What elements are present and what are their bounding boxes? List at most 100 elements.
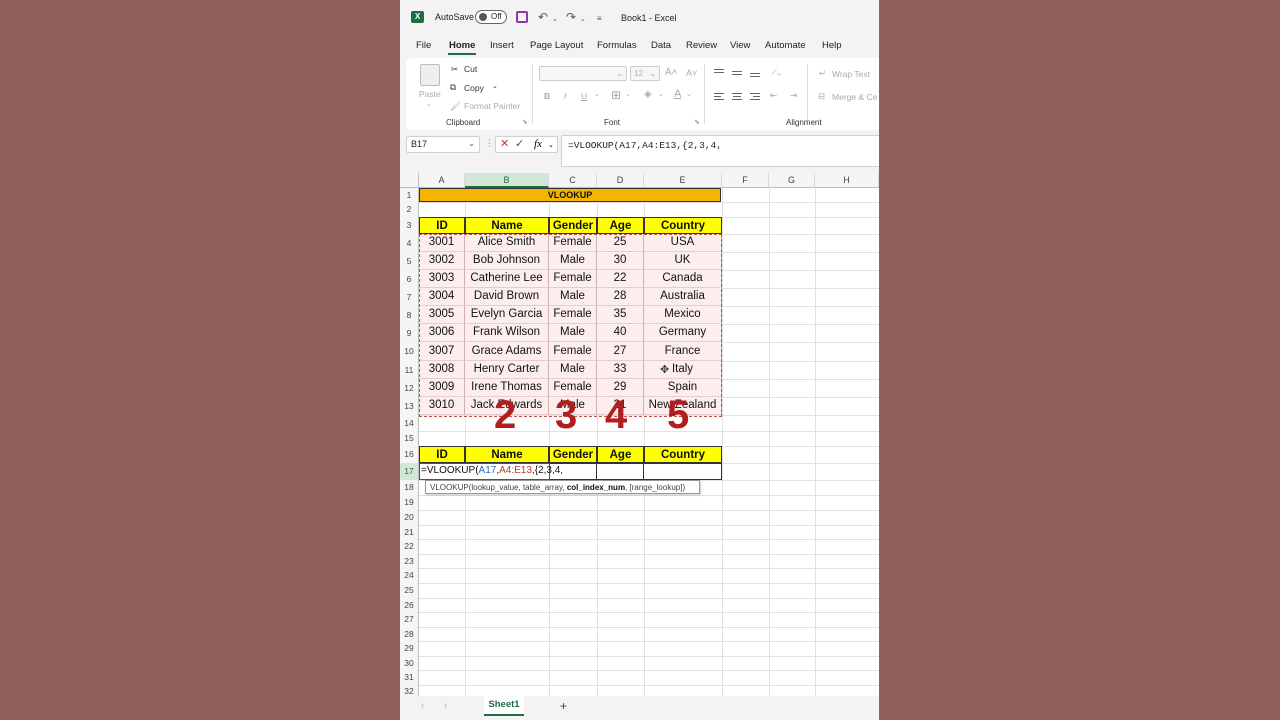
column-header-g[interactable]: G [769, 173, 815, 188]
tab-page-layout[interactable]: Page Layout [530, 40, 583, 51]
row-header-8[interactable]: 8 [400, 306, 419, 324]
lookup-header-cell[interactable]: Name [465, 446, 549, 463]
row-header-4[interactable]: 4 [400, 234, 419, 252]
tab-help[interactable]: Help [822, 40, 842, 51]
italic-button[interactable]: I [564, 91, 566, 101]
tab-view[interactable]: View [730, 40, 750, 51]
tab-home[interactable]: Home [449, 40, 475, 51]
underline-button[interactable]: U [581, 91, 587, 101]
tab-review[interactable]: Review [686, 40, 717, 51]
sheet-tab-sheet1[interactable]: Sheet1 [484, 696, 524, 716]
orientation-icon[interactable]: ⟋⌄ [771, 67, 782, 78]
underline-dropdown-icon[interactable]: ⌄ [594, 90, 600, 98]
borders-dropdown-icon[interactable]: ⌄ [625, 90, 631, 98]
data-cell[interactable]: Grace Adams [465, 342, 549, 361]
data-cell[interactable]: Male [549, 288, 597, 306]
clipboard-launcher-icon[interactable]: ⬊ [522, 118, 528, 126]
copy-dropdown-icon[interactable]: ⌄ [492, 82, 498, 90]
data-cell[interactable]: David Brown [465, 288, 549, 306]
row-header-7[interactable]: 7 [400, 288, 419, 306]
data-cell[interactable]: France [644, 342, 722, 361]
row-header-6[interactable]: 6 [400, 270, 419, 288]
cancel-icon[interactable]: ✕ [500, 137, 509, 152]
row-header-14[interactable]: 14 [400, 415, 419, 431]
data-cell[interactable]: Female [549, 306, 597, 324]
data-cell[interactable]: 3009 [419, 379, 465, 397]
header-cell[interactable]: Country [644, 217, 722, 234]
data-cell[interactable]: UK [644, 252, 722, 270]
undo-icon[interactable]: ↶ [538, 10, 548, 24]
header-cell[interactable]: Age [597, 217, 644, 234]
header-cell[interactable]: Name [465, 217, 549, 234]
data-cell[interactable]: 3003 [419, 270, 465, 288]
column-header-f[interactable]: F [722, 173, 769, 188]
data-cell[interactable]: Australia [644, 288, 722, 306]
lookup-header-cell[interactable]: Age [597, 446, 644, 463]
row-header-18[interactable]: 18 [400, 480, 419, 495]
font-size-field[interactable]: 12 ⌄ [630, 66, 660, 81]
header-cell[interactable]: Gender [549, 217, 597, 234]
data-cell[interactable]: 35 [597, 306, 644, 324]
lookup-header-cell[interactable]: Country [644, 446, 722, 463]
formula-input[interactable]: =VLOOKUP(A17,A4:E13,{2,3,4, [561, 135, 879, 167]
bold-button[interactable]: B [544, 91, 550, 101]
row-header-23[interactable]: 23 [400, 554, 419, 568]
tab-insert[interactable]: Insert [490, 40, 514, 51]
decrease-indent-icon[interactable]: ⇤ [770, 90, 777, 101]
wrap-text-button[interactable]: Wrap Text [832, 69, 870, 79]
row-header-10[interactable]: 10 [400, 342, 419, 361]
fx-dropdown-icon[interactable]: ⌄ [548, 138, 554, 153]
row-header-21[interactable]: 21 [400, 525, 419, 539]
increase-indent-icon[interactable]: ⇥ [790, 90, 797, 101]
data-cell[interactable]: Male [549, 324, 597, 342]
insert-function-button[interactable]: fx [534, 137, 542, 152]
data-cell[interactable]: Female [549, 270, 597, 288]
row-header-16[interactable]: 16 [400, 446, 419, 463]
borders-icon[interactable]: ⊞ [611, 88, 621, 102]
data-cell[interactable]: Bob Johnson [465, 252, 549, 270]
row-header-31[interactable]: 31 [400, 670, 419, 685]
row-header-20[interactable]: 20 [400, 510, 419, 525]
data-cell[interactable]: 33 [597, 361, 644, 379]
row-header-5[interactable]: 5 [400, 252, 419, 270]
customize-toolbar-icon[interactable]: ≡ [597, 12, 602, 26]
column-header-h[interactable]: H [815, 173, 879, 188]
data-cell[interactable]: Germany [644, 324, 722, 342]
data-cell[interactable]: 3008 [419, 361, 465, 379]
undo-dropdown-icon[interactable]: ⌄ [552, 13, 558, 27]
data-cell[interactable]: Canada [644, 270, 722, 288]
row-header-17[interactable]: 17 [400, 463, 419, 480]
lookup-header-cell[interactable]: ID [419, 446, 465, 463]
name-box[interactable]: B17 ⌄ [406, 136, 480, 153]
data-cell[interactable]: 22 [597, 270, 644, 288]
data-cell[interactable]: 30 [597, 252, 644, 270]
row-header-28[interactable]: 28 [400, 627, 419, 641]
data-cell[interactable]: 3010 [419, 397, 465, 415]
row-header-24[interactable]: 24 [400, 568, 419, 583]
data-cell[interactable]: Male [549, 361, 597, 379]
data-cell[interactable]: 3006 [419, 324, 465, 342]
column-header-b[interactable]: B [465, 173, 549, 188]
column-header-d[interactable]: D [597, 173, 644, 188]
paste-icon[interactable] [420, 64, 440, 86]
data-cell[interactable]: 25 [597, 234, 644, 252]
data-cell[interactable]: Alice Smith [465, 234, 549, 252]
select-all-corner[interactable] [400, 173, 419, 188]
row-header-1[interactable]: 1 [400, 188, 419, 202]
data-cell[interactable]: 27 [597, 342, 644, 361]
row-header-27[interactable]: 27 [400, 612, 419, 627]
data-cell[interactable]: Henry Carter [465, 361, 549, 379]
header-cell[interactable]: ID [419, 217, 465, 234]
title-cell[interactable]: VLOOKUP [419, 188, 721, 202]
font-name-field[interactable]: ⌄ [539, 66, 627, 81]
merge-icon[interactable]: ⊟ [818, 91, 825, 102]
next-sheet-icon[interactable]: › [444, 700, 447, 711]
data-cell[interactable]: 3004 [419, 288, 465, 306]
font-launcher-icon[interactable]: ⬊ [694, 118, 700, 126]
data-cell[interactable]: 3005 [419, 306, 465, 324]
row-header-26[interactable]: 26 [400, 598, 419, 612]
paste-button[interactable]: Paste [419, 89, 441, 99]
data-cell[interactable]: 3001 [419, 234, 465, 252]
row-header-3[interactable]: 3 [400, 217, 419, 234]
fill-color-icon[interactable]: ◈ [644, 89, 652, 100]
